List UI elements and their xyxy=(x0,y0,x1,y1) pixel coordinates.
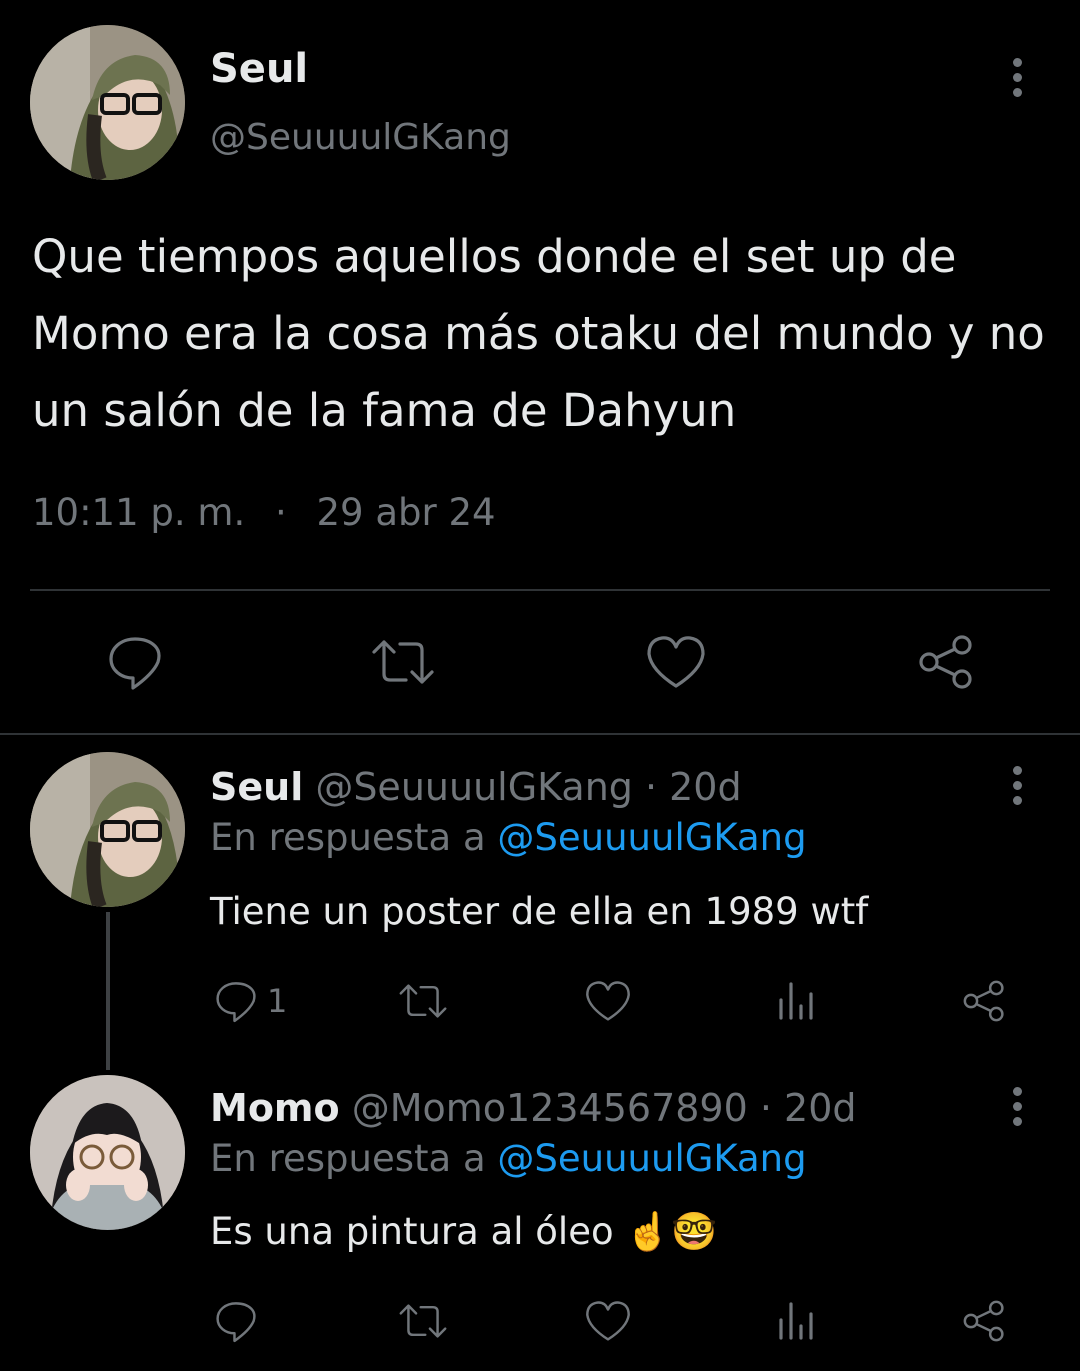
reply-to-link[interactable]: @SeuuuulGKang xyxy=(497,816,806,859)
reply-button[interactable]: 1 xyxy=(213,978,287,1024)
like-icon xyxy=(586,1301,630,1341)
reply-icon xyxy=(216,1302,256,1343)
avatar[interactable] xyxy=(30,25,185,180)
like-button[interactable] xyxy=(584,978,632,1028)
retweet-button[interactable] xyxy=(397,1298,449,1348)
retweet-icon xyxy=(399,984,447,1018)
reply-text: Tiene un poster de ella en 1989 wtf xyxy=(210,890,869,933)
reply-button[interactable] xyxy=(105,632,165,696)
handle-and-time[interactable]: @SeuuuulGKang · 20d xyxy=(315,765,741,809)
share-icon xyxy=(919,635,972,689)
views-button[interactable] xyxy=(776,1300,816,1346)
retweet-button[interactable] xyxy=(397,978,449,1028)
tweet-time[interactable]: 10:11 p. m. xyxy=(32,491,245,534)
handle-and-time[interactable]: @Momo1234567890 · 20d xyxy=(352,1086,857,1130)
views-button[interactable] xyxy=(776,980,816,1026)
tweet-date: 29 abr 24 xyxy=(316,491,496,534)
reply-context: En respuesta a @SeuuuulGKang xyxy=(210,815,807,861)
avatar[interactable] xyxy=(30,752,185,907)
reply-button[interactable] xyxy=(213,1298,259,1348)
display-name[interactable]: Seul xyxy=(210,44,308,94)
display-name[interactable]: Momo xyxy=(210,1086,340,1130)
separator-dot: · xyxy=(274,491,287,534)
like-button[interactable] xyxy=(584,1298,632,1348)
like-icon xyxy=(586,981,630,1021)
more-icon[interactable] xyxy=(1007,766,1027,805)
reply-prefix: En respuesta a xyxy=(210,816,486,859)
divider xyxy=(30,589,1050,591)
reply-text: Es una pintura al óleo ☝️🤓 xyxy=(210,1210,718,1253)
divider xyxy=(0,733,1080,735)
tweet-timestamp: 10:11 p. m. · 29 abr 24 xyxy=(32,490,496,536)
retweet-icon xyxy=(399,1304,447,1338)
avatar[interactable] xyxy=(30,1075,185,1230)
like-icon xyxy=(647,636,705,688)
reply-header: Momo @Momo1234567890 · 20d xyxy=(210,1084,857,1132)
more-icon[interactable] xyxy=(1007,1087,1027,1126)
share-button[interactable] xyxy=(960,1298,1008,1348)
reply-to-link[interactable]: @SeuuuulGKang xyxy=(497,1137,806,1180)
thread-line xyxy=(106,912,110,1070)
share-icon xyxy=(963,1300,1004,1342)
like-button[interactable] xyxy=(645,632,707,696)
display-name[interactable]: Seul xyxy=(210,765,303,809)
tweet-text: Que tiempos aquellos donde el set up de … xyxy=(32,230,1045,437)
share-icon xyxy=(963,980,1004,1022)
reply-count: 1 xyxy=(267,982,288,1020)
views-icon xyxy=(779,1302,813,1340)
reply-context: En respuesta a @SeuuuulGKang xyxy=(210,1136,807,1182)
retweet-icon xyxy=(372,640,434,684)
retweet-button[interactable] xyxy=(370,632,436,696)
views-icon xyxy=(779,982,813,1020)
reply-header: Seul @SeuuuulGKang · 20d xyxy=(210,763,742,811)
more-icon[interactable] xyxy=(1007,58,1027,97)
reply-icon xyxy=(109,637,161,690)
share-button[interactable] xyxy=(960,978,1008,1028)
reply-prefix: En respuesta a xyxy=(210,1137,486,1180)
handle[interactable]: @SeuuuulGKang xyxy=(210,115,511,161)
share-button[interactable] xyxy=(915,632,977,696)
reply-icon xyxy=(216,982,256,1023)
